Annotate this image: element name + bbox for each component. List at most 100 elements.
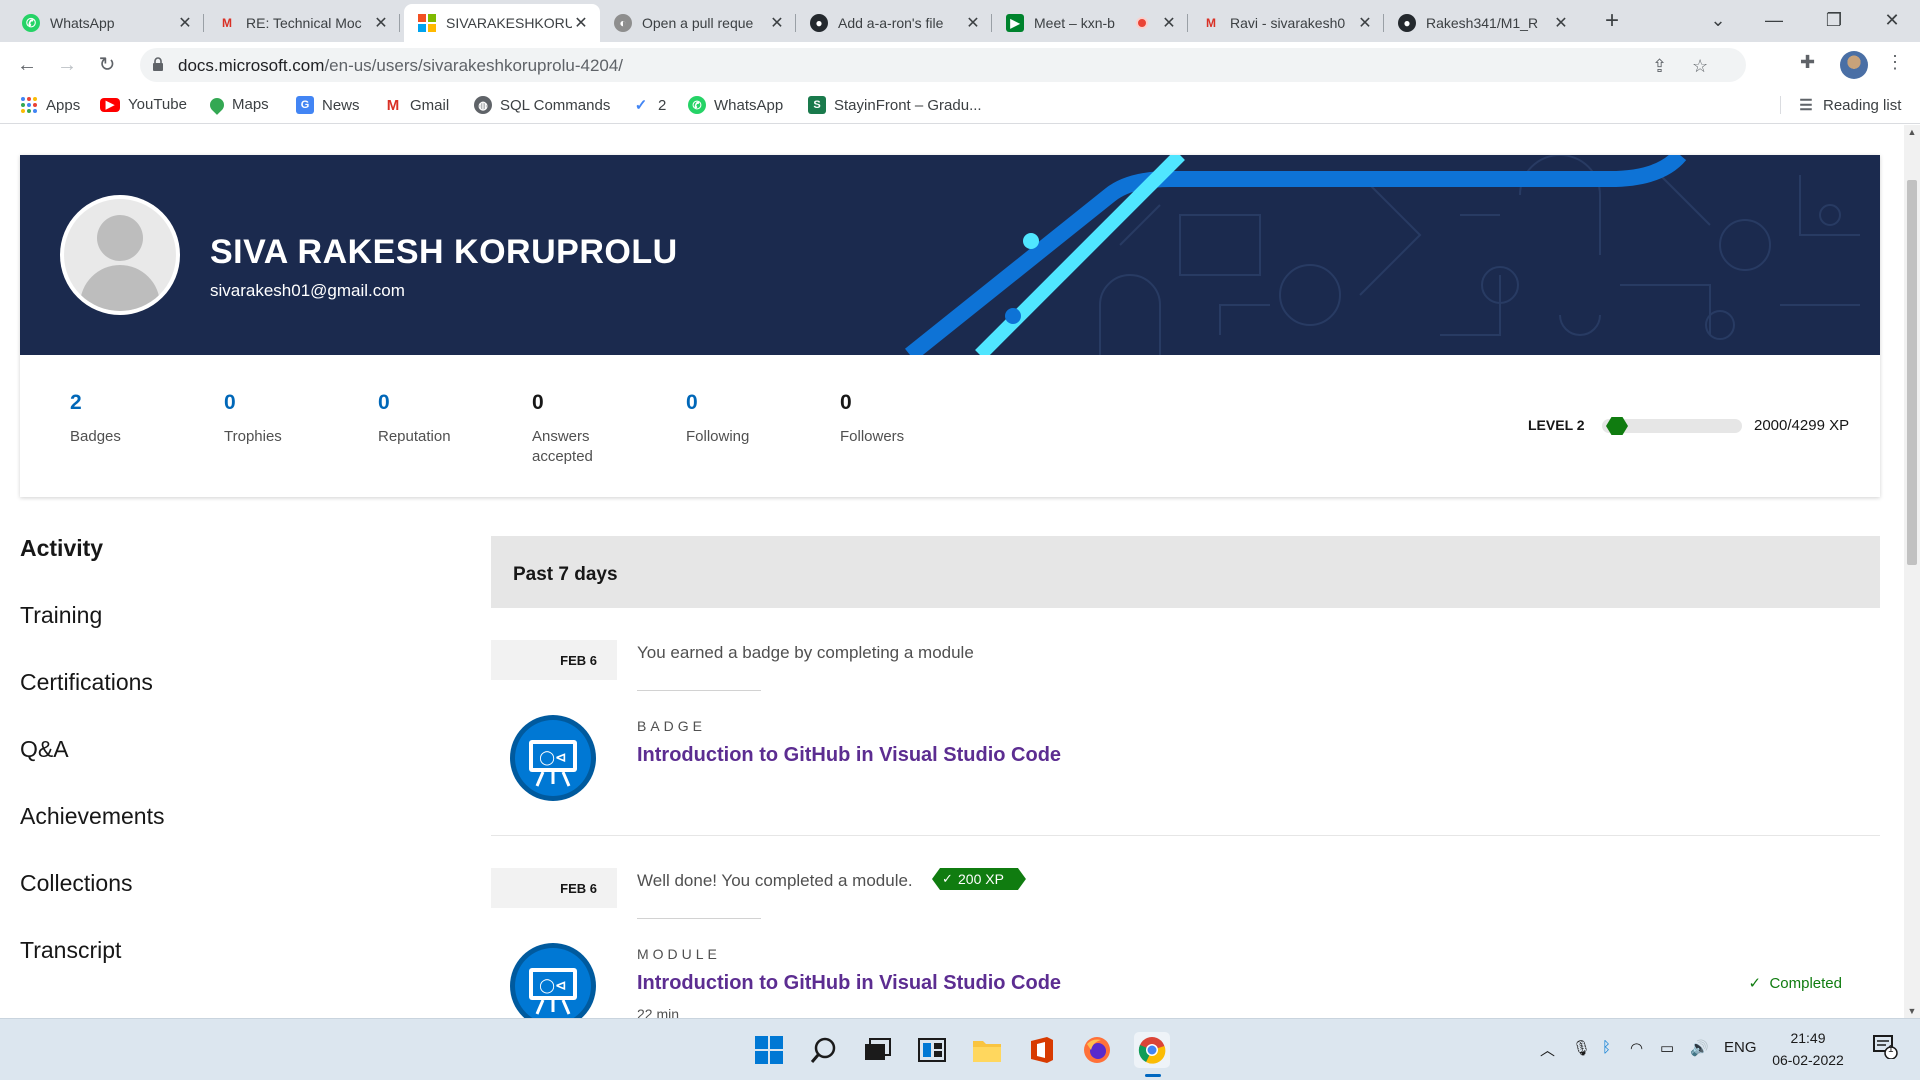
share-icon[interactable]: ⇪ bbox=[1652, 56, 1667, 77]
reload-button[interactable]: ↻ bbox=[92, 50, 122, 80]
new-tab-button[interactable]: + bbox=[1598, 8, 1626, 36]
nav-collections[interactable]: Collections bbox=[20, 870, 320, 937]
bookmark-maps[interactable]: Maps bbox=[207, 94, 269, 115]
tab-gmail-ravi[interactable]: M Ravi - sivarakesh0 ✕ bbox=[1188, 4, 1384, 42]
url-text: docs.microsoft.com/en-us/users/sivarakes… bbox=[178, 56, 623, 76]
chrome-button[interactable] bbox=[1134, 1032, 1170, 1068]
entry-title-link[interactable]: Introduction to GitHub in Visual Studio … bbox=[637, 744, 1061, 767]
profile-card: SIVA RAKESH KORUPROLU sivarakesh01@gmail… bbox=[20, 155, 1880, 497]
url-host: docs.microsoft.com bbox=[178, 56, 325, 75]
volume-icon[interactable]: 🔊 bbox=[1690, 1039, 1709, 1057]
stat-label: Trophies bbox=[224, 428, 282, 445]
profile-avatar[interactable] bbox=[1840, 51, 1868, 79]
stat-label: Answers accepted bbox=[532, 428, 593, 465]
close-icon[interactable]: ✕ bbox=[1552, 13, 1570, 33]
stat-reputation[interactable]: 0 Reputation bbox=[378, 391, 498, 447]
entry-type: MODULE bbox=[637, 946, 721, 962]
scroll-up-arrow-icon[interactable]: ▲ bbox=[1904, 127, 1920, 137]
battery-icon[interactable]: ▭ bbox=[1660, 1039, 1674, 1057]
close-icon[interactable]: ✕ bbox=[964, 13, 982, 33]
stat-value: 0 bbox=[840, 391, 852, 414]
tab-meet[interactable]: ▶ Meet – kxn-b ✕ bbox=[992, 4, 1188, 42]
tab-whatsapp[interactable]: ✆ WhatsApp ✕ bbox=[8, 4, 204, 42]
bookmark-apps[interactable]: Apps bbox=[20, 96, 80, 114]
bookmark-label: SQL Commands bbox=[500, 96, 611, 114]
reading-list-label: Reading list bbox=[1823, 96, 1902, 114]
activity-entry: FEB 6 You earned a badge by completing a… bbox=[491, 608, 1880, 836]
scroll-down-arrow-icon[interactable]: ▼ bbox=[1904, 1006, 1920, 1016]
minimize-button[interactable]: — bbox=[1746, 0, 1802, 42]
nav-achievements[interactable]: Achievements bbox=[20, 803, 320, 870]
bookmark-whatsapp[interactable]: ✆ WhatsApp bbox=[688, 96, 783, 114]
stat-trophies[interactable]: 0 Trophies bbox=[224, 391, 344, 447]
recording-icon bbox=[1136, 17, 1148, 29]
close-icon[interactable]: ✕ bbox=[1160, 13, 1178, 33]
menu-icon[interactable]: ⋮ bbox=[1886, 52, 1904, 73]
bookmark-youtube[interactable]: ▶ YouTube bbox=[100, 96, 187, 113]
close-icon[interactable]: ✕ bbox=[768, 13, 786, 33]
activity-entry: FEB 6 Well done! You completed a module.… bbox=[491, 836, 1880, 1018]
address-bar[interactable]: docs.microsoft.com/en-us/users/sivarakes… bbox=[140, 48, 1746, 82]
tab-github-repo[interactable]: ● Rakesh341/M1_R ✕ bbox=[1384, 4, 1580, 42]
close-icon[interactable]: ✕ bbox=[372, 13, 390, 33]
bookmark-stayinfront[interactable]: S StayinFront – Gradu... bbox=[808, 96, 982, 114]
bookmark-star-icon[interactable]: ☆ bbox=[1692, 56, 1708, 77]
tab-gmail-technical[interactable]: M RE: Technical Moc ✕ bbox=[204, 4, 400, 42]
office-button[interactable] bbox=[1024, 1032, 1060, 1068]
entry-title-link[interactable]: Introduction to GitHub in Visual Studio … bbox=[637, 972, 1061, 995]
stat-badges[interactable]: 2 Badges bbox=[70, 391, 190, 447]
page-scrollbar[interactable]: ▲ ▼ bbox=[1904, 125, 1920, 1018]
widgets-button[interactable] bbox=[914, 1032, 950, 1068]
profile-sidenav: Activity Training Certifications Q&A Ach… bbox=[20, 535, 320, 1004]
bookmark-sql-commands[interactable]: ◍ SQL Commands bbox=[474, 96, 610, 114]
firefox-button[interactable] bbox=[1079, 1032, 1115, 1068]
forward-button[interactable]: → bbox=[52, 50, 82, 80]
bookmark-label: StayinFront – Gradu... bbox=[834, 96, 982, 114]
restore-button[interactable]: ❐ bbox=[1806, 0, 1862, 42]
close-window-button[interactable]: ✕ bbox=[1864, 0, 1920, 42]
clock[interactable]: 21:49 06-02-2022 bbox=[1758, 1027, 1858, 1071]
tab-profile[interactable]: SIVARAKESHKORU ✕ bbox=[404, 4, 600, 42]
bookmark-label: YouTube bbox=[128, 96, 187, 113]
windows-start-icon bbox=[755, 1036, 783, 1064]
show-hidden-icons-button[interactable]: ︿ bbox=[1540, 1039, 1555, 1060]
tab-search-button[interactable]: ⌄ bbox=[1690, 0, 1746, 42]
entry-text: You earned a badge by completing a modul… bbox=[637, 643, 974, 662]
close-icon[interactable]: ✕ bbox=[572, 13, 590, 33]
start-button[interactable] bbox=[751, 1032, 787, 1068]
bluetooth-icon[interactable]: ᛒ bbox=[1602, 1039, 1611, 1056]
wifi-icon[interactable]: ◠ bbox=[1630, 1039, 1643, 1057]
file-explorer-button[interactable] bbox=[969, 1032, 1005, 1068]
extensions-icon[interactable]: ✚ bbox=[1800, 52, 1815, 73]
stat-value: 0 bbox=[532, 391, 544, 414]
profile-email: sivarakesh01@gmail.com bbox=[210, 281, 405, 300]
user-silhouette-icon bbox=[64, 199, 176, 311]
nav-qa[interactable]: Q&A bbox=[20, 736, 320, 803]
notification-center-button[interactable]: 1 bbox=[1872, 1033, 1898, 1063]
xp-progress-bar bbox=[1602, 417, 1742, 435]
activity-feed: Past 7 days FEB 6 You earned a badge by … bbox=[491, 536, 1880, 1018]
nav-activity[interactable]: Activity bbox=[20, 535, 320, 602]
close-icon[interactable]: ✕ bbox=[1356, 13, 1374, 33]
close-icon[interactable]: ✕ bbox=[176, 13, 194, 33]
bookmark-news[interactable]: G News bbox=[296, 96, 360, 114]
tab-pull-request[interactable]: ◐ Open a pull reque ✕ bbox=[600, 4, 796, 42]
bookmarks-bar: Apps ▶ YouTube Maps G News M Gmail ◍ SQL Com… bbox=[0, 88, 1920, 124]
task-view-button[interactable] bbox=[859, 1032, 895, 1068]
firefox-icon bbox=[1084, 1037, 1110, 1063]
bookmark-gmail[interactable]: M Gmail bbox=[384, 96, 449, 114]
bookmark-2[interactable]: ✓ 2 bbox=[632, 96, 667, 115]
stat-following[interactable]: 0 Following bbox=[686, 391, 806, 447]
microphone-icon[interactable]: 🎙 bbox=[1572, 1039, 1591, 1057]
bookmark-label: Maps bbox=[232, 96, 269, 113]
tab-add-file[interactable]: ● Add a-a-ron's file ✕ bbox=[796, 4, 992, 42]
tab-title: WhatsApp bbox=[50, 15, 115, 31]
back-button[interactable]: ← bbox=[12, 50, 42, 80]
nav-transcript[interactable]: Transcript bbox=[20, 937, 320, 1004]
search-button[interactable] bbox=[806, 1032, 842, 1068]
reading-list-button[interactable]: ☰ Reading list bbox=[1780, 96, 1901, 114]
language-indicator[interactable]: ENG bbox=[1724, 1039, 1757, 1056]
nav-certifications[interactable]: Certifications bbox=[20, 669, 320, 736]
scrollbar-thumb[interactable] bbox=[1907, 180, 1917, 565]
nav-training[interactable]: Training bbox=[20, 602, 320, 669]
